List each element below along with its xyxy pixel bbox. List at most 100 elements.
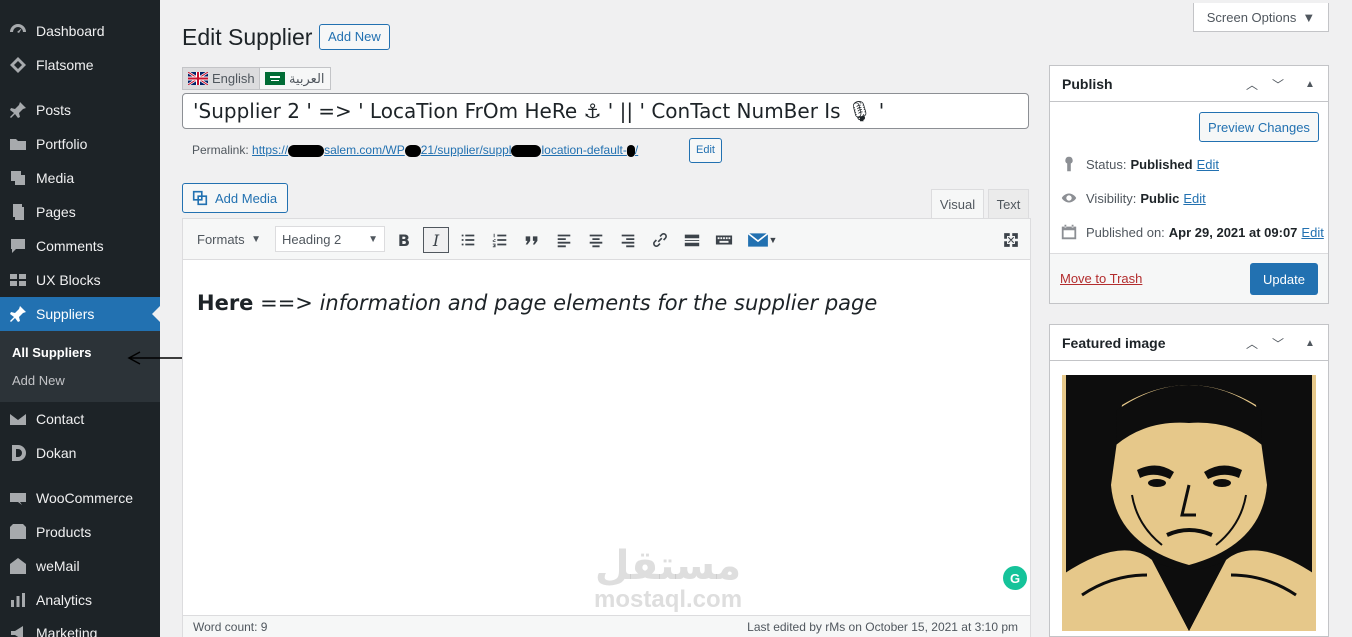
featured-image[interactable] (1062, 375, 1316, 631)
status-edit-link[interactable]: Edit (1197, 157, 1219, 172)
email-icon[interactable]: ▼ (743, 227, 781, 253)
uk-flag-icon (188, 72, 208, 85)
menu-wemail[interactable]: weMail (0, 549, 160, 583)
formats-label: Formats (197, 231, 245, 247)
redaction-scribble (626, 144, 635, 157)
flatsome-icon (0, 55, 36, 75)
menu-label: Contact (36, 411, 85, 427)
block-format-value: Heading 2 (282, 231, 342, 247)
redaction-scribble (288, 144, 325, 157)
tab-language-english[interactable]: English (182, 67, 261, 90)
menu-suppliers[interactable]: Suppliers (0, 297, 160, 331)
featured-image-header: Featured image ︿ ﹀ ▲ (1050, 325, 1328, 361)
keyboard-icon[interactable] (711, 227, 737, 253)
screen-options-button[interactable]: Screen Options ▼ (1193, 3, 1329, 32)
admin-sidebar: Dashboard Flatsome Posts Portfolio Media… (0, 0, 160, 637)
move-up-icon[interactable]: ︿ (1242, 74, 1262, 94)
menu-posts[interactable]: Posts (0, 93, 160, 127)
menu-contact[interactable]: Contact (0, 402, 160, 436)
menu-pages[interactable]: Pages (0, 195, 160, 229)
blockquote-icon[interactable] (519, 227, 545, 253)
megaphone-icon (0, 623, 36, 637)
menu-dokan[interactable]: Dokan (0, 436, 160, 470)
mail-icon (0, 409, 36, 429)
permalink-part: salem.com/WP (324, 143, 405, 157)
link-icon[interactable] (647, 227, 673, 253)
read-more-icon[interactable] (679, 227, 705, 253)
tab-visual[interactable]: Visual (931, 189, 984, 218)
formats-dropdown[interactable]: Formats ▼ (191, 226, 267, 252)
visibility-value: Public (1140, 190, 1180, 206)
envelope-icon (0, 556, 36, 576)
menu-woocommerce[interactable]: WooCommerce (0, 481, 160, 515)
editor-status-bar: Word count: 9 Last edited by rMs on Octo… (183, 615, 1030, 637)
menu-label: Dokan (36, 445, 77, 461)
preview-changes-button[interactable]: Preview Changes (1199, 112, 1319, 142)
move-down-icon[interactable]: ﹀ (1268, 74, 1288, 94)
pin-icon (0, 304, 36, 324)
editor-content[interactable]: Here ==> information and page elements f… (197, 291, 877, 315)
align-left-icon[interactable] (551, 227, 577, 253)
content-arrow-text: ==> (253, 291, 320, 315)
permalink-part: https:// (252, 143, 289, 157)
permalink-link[interactable]: https:// salem.com/WP 21/supplier/suppl loc… (252, 143, 638, 157)
menu-analytics[interactable]: Analytics (0, 583, 160, 617)
bold-button[interactable]: B (391, 227, 417, 253)
permalink-edit-button[interactable]: Edit (689, 138, 722, 163)
numbered-list-icon[interactable] (487, 227, 513, 253)
menu-marketing[interactable]: Marketing (0, 616, 160, 637)
update-button[interactable]: Update (1250, 263, 1318, 295)
move-to-trash-link[interactable]: Move to Trash (1060, 271, 1142, 286)
add-media-button[interactable]: Add Media (182, 183, 289, 213)
menu-flatsome[interactable]: Flatsome (0, 48, 160, 82)
align-right-icon[interactable] (615, 227, 641, 253)
submenu-all-suppliers[interactable]: All Suppliers (12, 345, 91, 360)
block-format-select[interactable]: Heading 2 ▼ (275, 226, 385, 252)
align-center-icon[interactable] (583, 227, 609, 253)
menu-products[interactable]: Products (0, 515, 160, 549)
redaction-scribble (404, 144, 421, 157)
redaction-scribble (511, 144, 542, 157)
published-edit-link[interactable]: Edit (1301, 225, 1323, 240)
calendar-icon (1061, 224, 1077, 240)
chart-icon (0, 590, 36, 610)
status-value: Published (1130, 156, 1193, 172)
menu-media[interactable]: Media (0, 161, 160, 195)
published-on-row: Published on: Apr 29, 2021 at 09:07 Edit (1060, 223, 1324, 241)
menu-ux-blocks[interactable]: UX Blocks (0, 263, 160, 297)
add-media-label: Add Media (215, 190, 278, 206)
italic-button[interactable]: I (423, 227, 449, 253)
caret-down-icon: ▼ (368, 233, 378, 245)
menu-label: Dashboard (36, 23, 105, 39)
submenu-add-new[interactable]: Add New (12, 373, 65, 388)
publish-footer: Move to Trash Update (1050, 253, 1328, 303)
add-new-button[interactable]: Add New (319, 24, 390, 50)
portrait-illustration (1062, 375, 1316, 631)
bullet-list-icon[interactable] (455, 227, 481, 253)
dashboard-icon (0, 21, 36, 41)
toggle-panel-icon[interactable]: ▲ (1300, 333, 1320, 353)
menu-label: Posts (36, 102, 72, 118)
status-label: Status: (1086, 156, 1127, 172)
grammarly-icon[interactable]: G (1003, 566, 1027, 590)
box-icon (0, 522, 36, 542)
visibility-edit-link[interactable]: Edit (1183, 191, 1205, 206)
visibility-label: Visibility: (1086, 190, 1137, 206)
fullscreen-icon[interactable] (998, 227, 1024, 253)
menu-comments[interactable]: Comments (0, 229, 160, 263)
content-italic-text: information and page elements for the su… (319, 291, 878, 315)
menu-portfolio[interactable]: Portfolio (0, 127, 160, 161)
caret-down-icon: ▼ (1302, 9, 1316, 25)
move-up-icon[interactable]: ︿ (1242, 333, 1262, 353)
menu-dashboard[interactable]: Dashboard (0, 14, 160, 48)
move-down-icon[interactable]: ﹀ (1268, 333, 1288, 353)
comment-icon (0, 236, 36, 256)
toggle-panel-icon[interactable]: ▲ (1300, 74, 1320, 94)
grid-icon (0, 270, 36, 290)
tab-text[interactable]: Text (988, 189, 1029, 218)
post-title-input[interactable]: 'Supplier 2 ' => ' LocaTion FrOm HeRe ⚓ … (182, 93, 1029, 129)
folder-icon (0, 134, 36, 154)
publish-box: Publish ︿ ﹀ ▲ Preview Changes Status: Pu… (1049, 65, 1329, 304)
featured-image-title: Featured image (1062, 335, 1166, 351)
tab-language-arabic[interactable]: العربية (259, 67, 331, 90)
